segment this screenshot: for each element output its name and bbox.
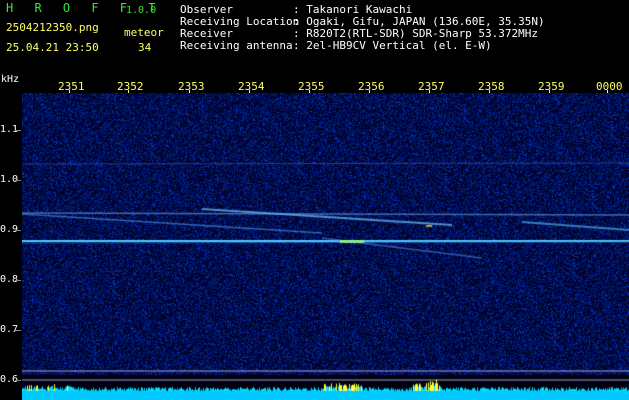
x-tick-label: 2357: [418, 80, 445, 93]
y-tick-mark: [15, 130, 21, 131]
meteor-count: 34: [138, 41, 152, 54]
y-tick-mark: [15, 280, 21, 281]
y-tick-mark: [15, 380, 21, 381]
x-tick-label: 2353: [178, 80, 205, 93]
file-datetime: 25.04.21 23:50: [6, 41, 99, 54]
x-tick-label: 2359: [538, 80, 565, 93]
antenna-label: Receiving antenna: [180, 39, 293, 52]
app-version: 1.0.0: [126, 5, 157, 16]
y-axis-unit: kHz: [1, 74, 20, 85]
antenna-value: : 2el-HB9CV Vertical (el. E-W): [293, 39, 492, 52]
spectrogram[interactable]: [22, 93, 629, 400]
spectrogram-canvas: [22, 93, 629, 400]
meteor-label: meteor: [124, 26, 164, 39]
file-name: 2504212350.png: [6, 21, 99, 34]
x-tick-label: 2354: [238, 80, 265, 93]
header-panel: H R O F F T 1.0.0 2504212350.png 25.04.2…: [0, 0, 629, 74]
x-tick-label: 2352: [117, 80, 144, 93]
x-tick-label: 0000: [596, 80, 623, 93]
x-tick-label: 2358: [478, 80, 505, 93]
x-tick-label: 2356: [358, 80, 385, 93]
x-tick-label: 2355: [298, 80, 325, 93]
x-tick-label: 2351: [58, 80, 85, 93]
y-tick-mark: [15, 330, 21, 331]
y-tick-mark: [15, 230, 21, 231]
y-tick-mark: [15, 180, 21, 181]
